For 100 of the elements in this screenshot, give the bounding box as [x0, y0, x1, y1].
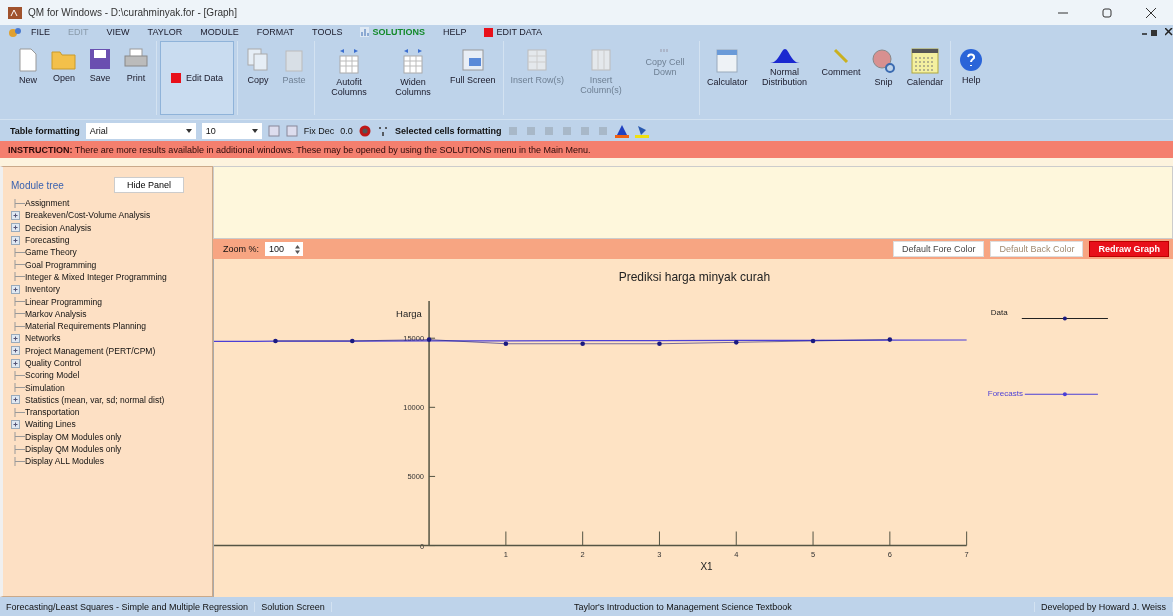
- tree-item[interactable]: Forecasting: [11, 233, 212, 247]
- toolbar-button[interactable]: Save: [83, 41, 117, 115]
- no-entry-icon[interactable]: [358, 124, 371, 137]
- status-text: Taylor's Introduction to Management Science Textbook: [331, 601, 1036, 612]
- edit-data-button[interactable]: Edit Data: [160, 41, 235, 115]
- tree-item[interactable]: Breakeven/Cost-Volume Analysis: [11, 209, 212, 222]
- spinner-icon[interactable]: [294, 243, 301, 255]
- status-text: Solution Screen: [255, 601, 332, 612]
- menu-item[interactable]: FORMAT: [247, 27, 304, 37]
- legend-label: Forecasts: [987, 389, 1023, 399]
- pencil-icon: [833, 48, 850, 64]
- tree-item[interactable]: Assignment: [11, 197, 212, 210]
- tree-item[interactable]: Goal Programming: [11, 258, 212, 271]
- tree-item[interactable]: Inventory: [11, 283, 212, 296]
- tree-item[interactable]: Transportation: [11, 406, 212, 419]
- hide-panel-button[interactable]: Hide Panel: [113, 177, 184, 193]
- data-point: [273, 338, 278, 344]
- tree-item[interactable]: Display OM Modules only: [11, 430, 212, 443]
- tree-item[interactable]: Networks: [11, 332, 212, 345]
- tree-item[interactable]: Quality Control: [11, 356, 212, 370]
- zoom-label: Zoom %:: [223, 244, 259, 254]
- font-color-icon[interactable]: [615, 123, 630, 138]
- app-icon: [8, 6, 22, 19]
- document-icon: [18, 48, 38, 72]
- printer-icon: [124, 48, 148, 70]
- toolbar-button[interactable]: Normal Distribution: [753, 41, 816, 115]
- square-icon: [484, 27, 494, 37]
- chart-icon: [360, 27, 370, 37]
- size-dropdown[interactable]: 10: [201, 122, 262, 139]
- tree-line-icon: [11, 260, 25, 270]
- toolbar-button[interactable]: Calculator: [703, 41, 752, 115]
- menu-item[interactable]: VIEW: [97, 27, 139, 37]
- graph-button[interactable]: Default Back Color: [990, 241, 1084, 257]
- toolbar-button[interactable]: Calendar: [902, 41, 948, 115]
- graph-button[interactable]: Default Fore Color: [892, 241, 985, 257]
- tree-item[interactable]: Decision Analysis: [11, 221, 212, 234]
- axis-label: X1: [700, 560, 713, 572]
- tree-item[interactable]: Display QM Modules only: [11, 442, 212, 456]
- comma-icon[interactable]: [376, 124, 389, 137]
- copy-icon: [247, 48, 270, 72]
- tree-item[interactable]: Game Theory: [11, 246, 212, 259]
- menu-item[interactable]: FILE: [22, 27, 59, 37]
- data-point: [810, 338, 816, 344]
- tree-line-icon: [11, 297, 25, 306]
- screen-icon: [460, 48, 485, 72]
- menu-item[interactable]: HELP: [433, 27, 476, 37]
- tree-item[interactable]: Linear Programming: [11, 295, 212, 308]
- toolbar-button[interactable]: Full Screen: [446, 41, 500, 115]
- help-icon: [959, 48, 984, 72]
- menu-item[interactable]: MODULE: [191, 27, 248, 37]
- graph-button[interactable]: Redraw Graph: [1089, 241, 1169, 257]
- data-point: [887, 337, 893, 342]
- window-title: QM for Windows - D:\curahminyak.for - [Graph]: [28, 7, 238, 18]
- menu-item[interactable]: EDIT DATA: [475, 27, 551, 37]
- chart-title: Prediksi harga minyak curah: [618, 270, 771, 285]
- font-dropdown[interactable]: Arial: [85, 122, 196, 139]
- tree-line-icon: [11, 272, 25, 282]
- data-point: [503, 341, 509, 347]
- restore-icon[interactable]: [1102, 7, 1112, 18]
- tree-line-icon: [11, 444, 25, 454]
- decimals-button[interactable]: 0.0: [340, 125, 353, 136]
- close-icon[interactable]: [1146, 7, 1156, 18]
- tree-item[interactable]: Markov Analysis: [11, 307, 212, 320]
- data-point: [733, 340, 739, 345]
- tree-line-icon: [11, 407, 25, 417]
- app-menu-icon[interactable]: [8, 26, 22, 38]
- toolbar-button[interactable]: Print: [119, 41, 153, 115]
- zoom-field[interactable]: 100: [265, 242, 303, 256]
- tree-item[interactable]: Scoring Model: [11, 369, 212, 382]
- fix-dec-button[interactable]: Fix Dec: [303, 125, 335, 136]
- fill-color-icon[interactable]: [635, 123, 650, 138]
- table-icon: [590, 48, 613, 72]
- toolbar-button[interactable]: Snip: [866, 41, 901, 115]
- tree-item[interactable]: Statistics (mean, var, sd; normal dist): [11, 393, 212, 407]
- calendar-icon: [910, 48, 939, 74]
- data-point: [349, 338, 355, 344]
- menu-item[interactable]: TOOLS: [303, 27, 352, 37]
- tree-item[interactable]: Display ALL Modules: [11, 455, 212, 468]
- tree-item[interactable]: Material Requirements Planning: [11, 319, 212, 333]
- menu-item[interactable]: TAYLOR: [138, 27, 192, 37]
- restore-icon[interactable]: [1151, 28, 1159, 36]
- toolbar-button[interactable]: Help: [954, 41, 989, 115]
- toolbar-button[interactable]: Comment: [817, 41, 865, 115]
- panel-title: Module tree: [11, 179, 64, 191]
- toolbar-label: Selected cells formatting: [394, 125, 502, 136]
- tree-item[interactable]: Waiting Lines: [11, 418, 212, 431]
- tree-item[interactable]: Integer & Mixed Integer Programming: [11, 270, 212, 284]
- toolbar-button[interactable]: Open: [47, 41, 81, 115]
- tree-line-icon: [11, 370, 25, 380]
- tree-item[interactable]: Project Management (PERT/CPM): [11, 344, 212, 357]
- minimize-icon[interactable]: [1058, 11, 1068, 14]
- caret-icon: [185, 128, 192, 133]
- square-icon: [171, 73, 181, 83]
- dots-icon: [660, 48, 671, 54]
- toolbar-button[interactable]: Widen Columns: [382, 41, 445, 115]
- toolbar-label: Table formatting: [10, 125, 80, 136]
- tree-item[interactable]: Simulation: [11, 381, 212, 394]
- toolbar-button[interactable]: Copy: [241, 41, 276, 115]
- toolbar-button[interactable]: Autofit Columns: [318, 41, 381, 115]
- toolbar-button[interactable]: New: [11, 41, 45, 115]
